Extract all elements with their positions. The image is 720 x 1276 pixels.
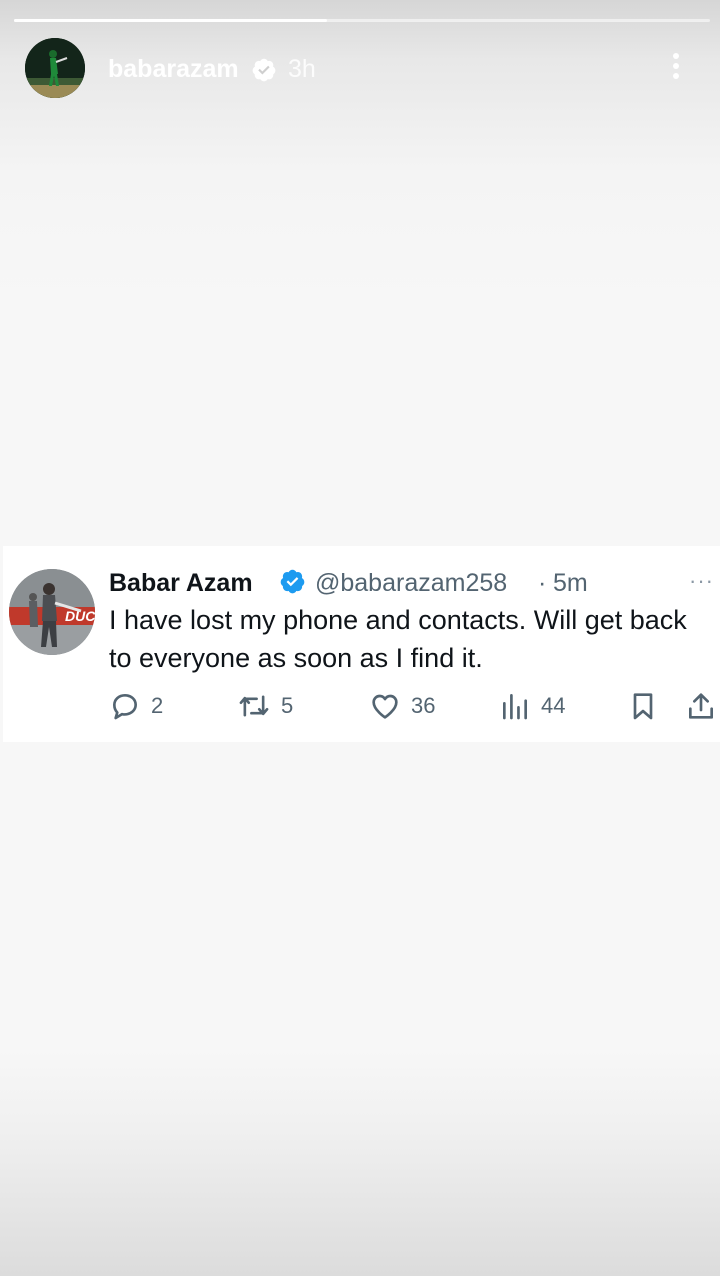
share-icon xyxy=(689,693,713,719)
tweet-avatar[interactable]: DUC xyxy=(9,569,95,655)
more-horizontal-icon[interactable]: ··· xyxy=(689,568,714,594)
story-header: babarazam 3h xyxy=(0,0,720,120)
more-vertical-icon[interactable] xyxy=(664,50,688,86)
like-count: 36 xyxy=(411,693,436,718)
views-icon xyxy=(503,694,527,720)
share-button[interactable] xyxy=(685,690,717,722)
verified-badge-icon xyxy=(252,58,276,82)
views-count: 44 xyxy=(541,693,566,718)
reply-count: 2 xyxy=(151,693,164,718)
tweet-author-name[interactable]: Babar Azam xyxy=(109,568,253,598)
story-time: 3h xyxy=(288,55,316,83)
reply-button[interactable]: 2 xyxy=(109,690,163,722)
views-button[interactable]: 44 xyxy=(499,690,565,722)
tweet-separator: · xyxy=(538,569,547,597)
tweet-time[interactable]: 5m xyxy=(553,568,588,598)
retweet-button[interactable]: 5 xyxy=(237,690,293,722)
like-button[interactable]: 36 xyxy=(369,690,435,722)
story-avatar[interactable] xyxy=(25,38,85,98)
bookmark-icon xyxy=(633,693,653,720)
bookmark-button[interactable] xyxy=(627,690,659,722)
tweet-text: I have lost my phone and contacts. Will … xyxy=(109,605,687,673)
reply-icon xyxy=(113,694,137,720)
retweet-icon xyxy=(239,695,269,717)
story-username[interactable]: babarazam xyxy=(108,55,239,83)
verified-badge-icon xyxy=(280,569,305,594)
tweet-author-handle[interactable]: @babarazam258 xyxy=(315,568,507,598)
like-icon xyxy=(372,694,398,719)
retweet-count: 5 xyxy=(281,693,294,718)
tweet-card: DUC Babar Azam @babarazam258 · 5m ··· I … xyxy=(3,546,720,742)
